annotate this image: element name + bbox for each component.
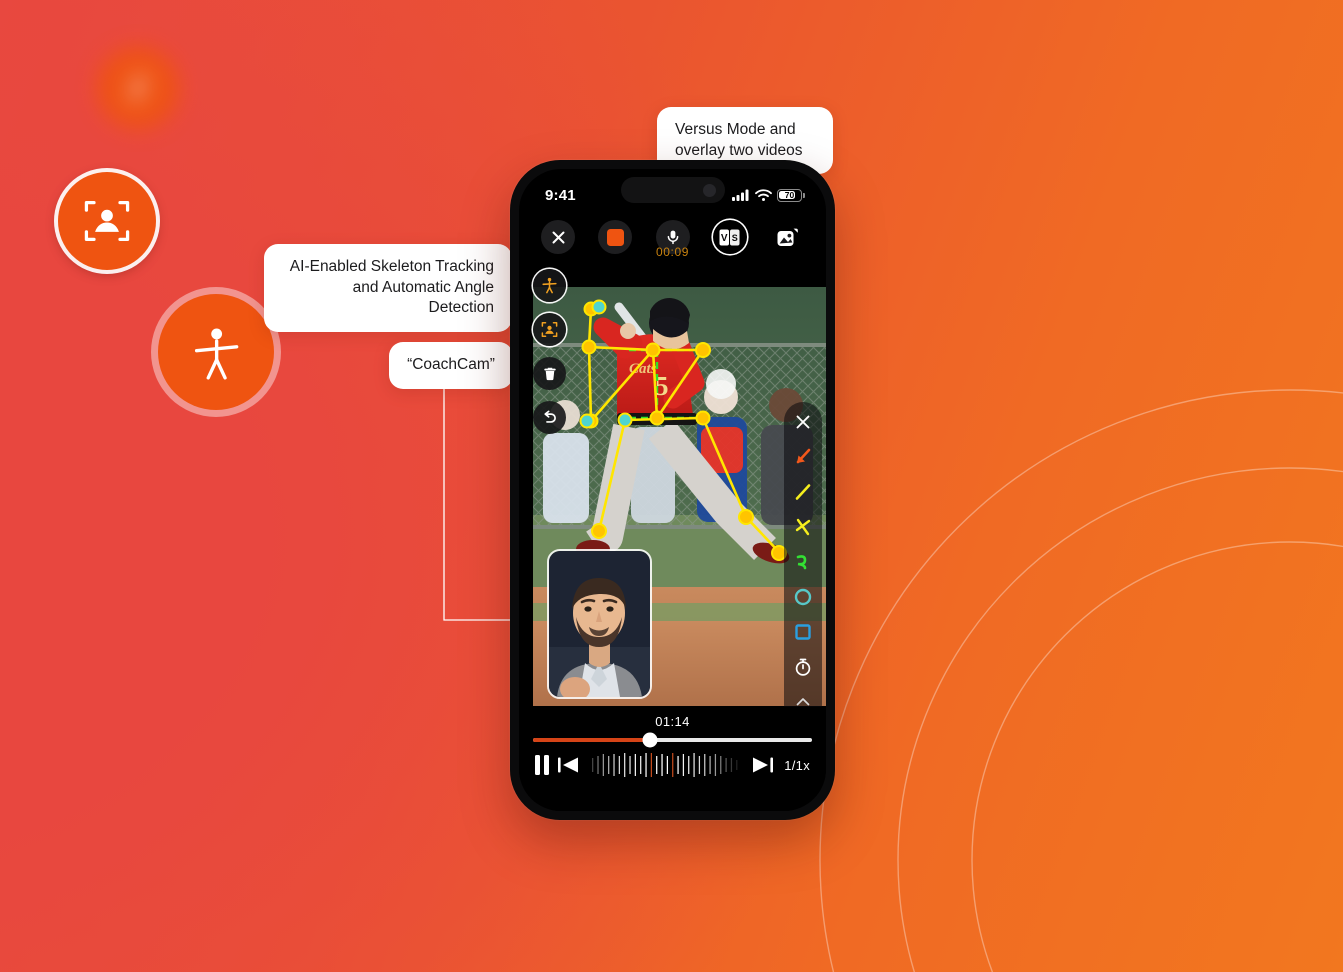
line-icon: [795, 484, 811, 500]
status-bar: 9:41 70: [519, 169, 826, 211]
skeleton-tracking-tool[interactable]: [533, 269, 566, 302]
scrubber-handle[interactable]: [642, 732, 658, 748]
svg-text:V: V: [721, 233, 728, 244]
skeleton-badge: [158, 294, 274, 410]
coachcam-badge: [58, 172, 156, 270]
callout-coachcam: “CoachCam”: [389, 342, 513, 389]
scrubber-fill: [533, 738, 651, 742]
delete-tool[interactable]: [533, 357, 566, 390]
line-tool[interactable]: [792, 481, 814, 503]
angle-tool[interactable]: [792, 516, 814, 538]
coachcam-tool[interactable]: [533, 313, 566, 346]
freehand-tool[interactable]: [792, 551, 814, 573]
drawing-tools-bar[interactable]: [784, 402, 822, 707]
trash-icon: [543, 367, 556, 380]
pause-button[interactable]: [535, 755, 549, 775]
pose-figure-icon: [542, 277, 557, 294]
arrow-tool[interactable]: [792, 446, 814, 468]
battery-icon: 70: [777, 188, 805, 202]
pose-figure-icon: [194, 328, 239, 380]
circle-icon: [794, 588, 812, 606]
square-tool[interactable]: [792, 621, 814, 643]
stopwatch-tool[interactable]: [792, 656, 814, 678]
record-button[interactable]: [598, 220, 633, 254]
undo-icon: [544, 410, 556, 423]
record-stop-icon: [606, 228, 624, 246]
scrubber-track[interactable]: [533, 732, 812, 748]
versus-mode-button[interactable]: V S: [713, 220, 747, 254]
status-indicators: 70: [732, 188, 805, 202]
callout-skeleton: AI-Enabled Skeleton Tracking and Automat…: [264, 244, 512, 332]
status-clock: 9:41: [545, 186, 576, 204]
media-library-button[interactable]: [770, 220, 804, 254]
transport-bar[interactable]: 1/1x: [519, 742, 826, 778]
signal-icon: [732, 189, 749, 201]
next-frame-icon[interactable]: [750, 755, 774, 775]
glow-dot-badge: [97, 47, 179, 129]
square-icon: [795, 624, 811, 640]
person-in-frame-icon: [84, 200, 130, 242]
video-canvas[interactable]: 5 Cats: [533, 287, 826, 707]
coachcam-pip[interactable]: [547, 549, 652, 699]
undo-tool[interactable]: [533, 401, 566, 434]
player-controls[interactable]: 01:14 1/1x: [519, 706, 826, 811]
svg-text:S: S: [732, 233, 738, 243]
close-icon: [796, 415, 810, 429]
person-in-frame-icon: [541, 322, 558, 337]
playback-speed[interactable]: 1/1x: [784, 758, 810, 773]
collapse-tools[interactable]: [792, 691, 814, 707]
previous-frame-icon[interactable]: [558, 755, 581, 775]
squiggle-icon: [796, 555, 807, 570]
close-drawing-tools[interactable]: [792, 411, 814, 433]
arrow-icon: [796, 448, 811, 464]
versus-icon: V S: [719, 229, 740, 245]
microphone-icon: [667, 230, 678, 245]
close-button[interactable]: [541, 220, 575, 254]
frame-ruler[interactable]: [590, 752, 741, 778]
analysis-tools-bar[interactable]: [533, 269, 566, 434]
circle-tool[interactable]: [792, 586, 814, 608]
battery-level: 70: [784, 190, 795, 200]
angle-icon: [795, 518, 811, 536]
phone-mockup: 5 Cats 9:41 70 V S 00:09 01:14 1/1x: [510, 160, 835, 820]
phone-screen: 5 Cats 9:41 70 V S 00:09 01:14 1/1x: [519, 169, 826, 811]
record-timer: 00:09: [655, 245, 690, 259]
stopwatch-icon: [795, 658, 811, 676]
coach-headshot: [549, 551, 650, 697]
current-time: 01:14: [655, 714, 690, 729]
slash-dot-icon: [131, 75, 145, 101]
close-icon: [552, 231, 564, 243]
wifi-icon: [755, 189, 772, 201]
chevron-up-icon: [796, 698, 810, 706]
media-library-icon: [777, 228, 798, 246]
